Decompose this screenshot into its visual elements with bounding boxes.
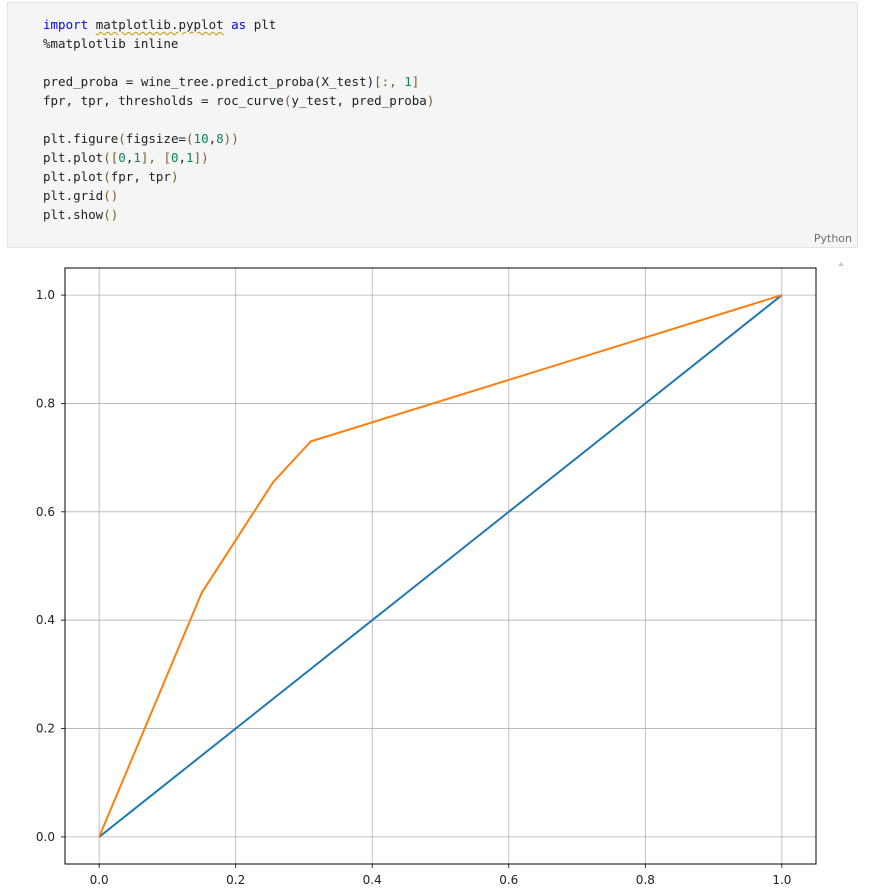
y-tick-label: 1.0 xyxy=(36,288,55,302)
x-tick-label: 0.2 xyxy=(226,873,245,887)
x-tick-label: 0.4 xyxy=(363,873,382,887)
y-tick-label: 0.6 xyxy=(36,505,55,519)
y-tick-label: 0.4 xyxy=(36,613,55,627)
y-tick-label: 0.0 xyxy=(36,830,55,844)
roc-curve-plot: 0.0 0.2 0.4 0.6 0.8 1.0 0.0 0.2 0.4 0.6 0.8 1.0 xyxy=(36,267,817,887)
x-tick-label: 0.0 xyxy=(90,873,109,887)
y-tick-label: 0.8 xyxy=(36,396,55,410)
x-tick-label: 0.6 xyxy=(499,873,518,887)
series-line-0 xyxy=(98,294,783,838)
x-tick-label: 0.8 xyxy=(636,873,655,887)
y-tick-label: 0.2 xyxy=(36,722,55,736)
x-tick-label: 1.0 xyxy=(772,873,791,887)
